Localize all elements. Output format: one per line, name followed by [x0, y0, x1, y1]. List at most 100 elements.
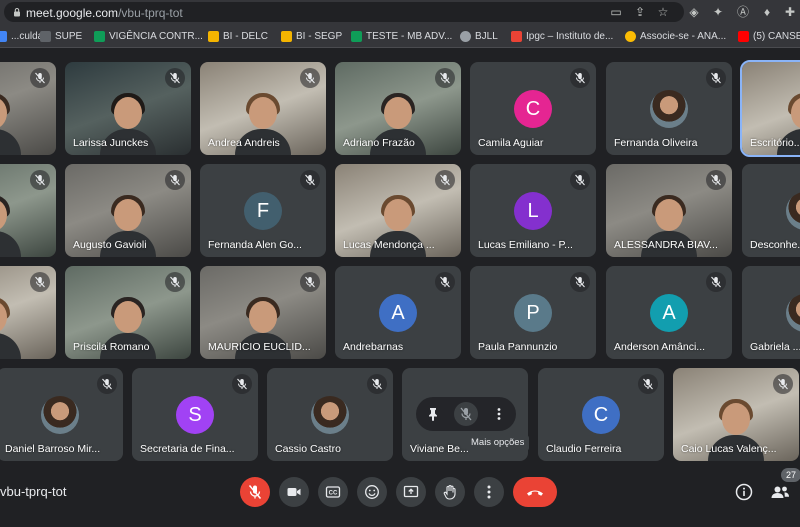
lock-icon	[14, 8, 20, 17]
participant-name: Fernanda Oliveira	[614, 137, 698, 149]
bookmark-item[interactable]: TESTE - MB ADV...	[351, 29, 452, 43]
participant-tile[interactable]: Fernanda Oliveira	[606, 62, 732, 155]
camera-button[interactable]	[279, 477, 309, 507]
bookmark-favicon-icon	[351, 30, 362, 42]
emoji-button[interactable]	[357, 477, 387, 507]
participant-muted-indicator	[300, 170, 320, 190]
participant-tile[interactable]: A Anderson Amânci...	[606, 266, 732, 359]
participant-tile[interactable]: C Camila Aguiar	[470, 62, 596, 155]
participant-muted-indicator	[570, 272, 590, 292]
participant-name: ...eiro Faj...	[0, 137, 50, 149]
participant-tile[interactable]: ALESSANDRA BIAV...	[606, 164, 732, 257]
bookmark-item[interactable]: BJLL	[460, 29, 498, 43]
bookmark-item[interactable]: Associe-se - ANA...	[625, 29, 726, 43]
bookmark-item[interactable]: BI - SEGP	[281, 29, 342, 43]
participant-tile[interactable]: L Lucas Emiliano - P...	[470, 164, 596, 257]
more-options-tooltip: Mais opções	[466, 435, 530, 451]
mic-off-icon	[575, 72, 585, 84]
participant-name: Caio Lucas Valenç...	[681, 443, 777, 455]
participant-name: Fernanda Alen Go...	[208, 239, 302, 251]
bookmark-label: BI - DELC	[223, 30, 269, 42]
participant-tile[interactable]: A Andrebarnas	[335, 266, 461, 359]
meeting-code: vbu-tprq-tot	[0, 484, 67, 499]
participant-tile[interactable]: Andrea Andreis	[200, 62, 326, 155]
bookmark-favicon-icon	[738, 30, 749, 42]
participant-tile[interactable]: S Secretaria de Fina...	[132, 368, 258, 461]
bookmark-item[interactable]: BI - DELC	[208, 29, 268, 43]
participant-tile[interactable]: Larissa Junckes	[65, 62, 191, 155]
participant-tile[interactable]: C Claudio Ferreira	[538, 368, 664, 461]
mic-off-icon	[170, 174, 180, 186]
present-button[interactable]	[396, 477, 426, 507]
participant-tile[interactable]: Gabriela ...	[742, 266, 800, 359]
participant-photo-avatar	[650, 90, 688, 128]
bookmark-item[interactable]: VIGÊNCIA CONTR...	[94, 29, 203, 43]
meeting-info-button[interactable]	[733, 481, 755, 503]
participant-tile[interactable]: Adriano Frazão	[335, 62, 461, 155]
emoji-icon	[365, 485, 379, 499]
participant-name: Cassio Castro	[275, 443, 341, 455]
participant-name: Andrebarnas	[343, 341, 404, 353]
more-options-button[interactable]	[474, 477, 504, 507]
raise-hand-button[interactable]	[435, 477, 465, 507]
leave-call-button[interactable]	[513, 477, 557, 507]
bookmark-item[interactable]: Ipgc – Instituto de...	[511, 29, 613, 43]
participant-tile[interactable]: Augusto Gavioli	[65, 164, 191, 257]
extension-icon-3[interactable]: Ⓐ	[735, 4, 751, 20]
camera-permission-icon[interactable]: ▭	[608, 4, 624, 20]
extension-icon-1[interactable]: ◈	[686, 4, 702, 20]
star-icon[interactable]: ☆	[655, 4, 671, 20]
microphone-button[interactable]	[240, 477, 270, 507]
participant-tile[interactable]: ...smann	[0, 266, 56, 359]
participant-name: Daniel Barroso Mir...	[5, 443, 101, 455]
mic-off-icon	[305, 276, 315, 288]
participant-tile[interactable]: Lucas Mendonça ...	[335, 164, 461, 257]
tile-mute-button[interactable]	[454, 402, 478, 426]
participant-tile[interactable]: Cassio Castro	[267, 368, 393, 461]
bookmark-favicon-icon	[0, 30, 7, 42]
mic-off-icon	[711, 174, 721, 186]
participant-tile[interactable]: ...e Oliv...	[0, 164, 56, 257]
participant-tile[interactable]: F Fernanda Alen Go...	[200, 164, 326, 257]
bookmark-favicon-icon	[511, 30, 522, 42]
participant-name: MAURICIO EUCLID...	[208, 341, 311, 353]
participant-name: ...e Oliv...	[0, 239, 50, 251]
bookmark-item[interactable]: SUPE	[40, 29, 82, 43]
tile-more-options-button[interactable]	[487, 402, 511, 426]
participant-tile[interactable]: Priscila Romano	[65, 266, 191, 359]
participant-tile[interactable]: ...eiro Faj...	[0, 62, 56, 155]
mic-off-icon	[102, 378, 112, 390]
url-host: meet.google.com	[26, 6, 119, 20]
extension-icon-4[interactable]: ♦	[759, 4, 775, 20]
participant-name: Lucas Mendonça ...	[343, 239, 435, 251]
participant-tile[interactable]: Daniel Barroso Mir...	[0, 368, 123, 461]
participant-name: Camila Aguiar	[478, 137, 544, 149]
bookmark-label: Ipgc – Instituto de...	[526, 30, 614, 42]
participant-photo-avatar	[786, 192, 800, 230]
people-button[interactable]	[769, 481, 791, 503]
bookmark-label: SUPE	[55, 30, 83, 42]
people-icon	[771, 486, 789, 498]
participant-tile[interactable]: Caio Lucas Valenç...	[673, 368, 799, 461]
bookmark-label: VIGÊNCIA CONTR...	[109, 30, 203, 42]
captions-icon: CC	[325, 486, 341, 498]
pin-button[interactable]	[421, 402, 445, 426]
captions-button[interactable]: CC	[318, 477, 348, 507]
participant-muted-indicator	[435, 170, 455, 190]
hangup-icon	[527, 490, 543, 496]
participant-name: Desconhe...	[750, 239, 800, 251]
participant-tile[interactable]: Escritório...	[740, 60, 800, 157]
share-icon[interactable]: ⇪	[632, 4, 648, 20]
extension-icon-2[interactable]: ✦	[710, 4, 726, 20]
participant-name: Gabriela ...	[750, 341, 800, 353]
puzzle-icon[interactable]: ✚	[782, 4, 798, 20]
mic-off-icon	[440, 276, 450, 288]
participant-tile[interactable]: P Paula Pannunzio	[470, 266, 596, 359]
participant-tile[interactable]: MAURICIO EUCLID...	[200, 266, 326, 359]
participant-tile[interactable]: Desconhe...	[742, 164, 800, 257]
mic-off-icon	[778, 378, 788, 390]
address-field[interactable]: meet.google.com/vbu-tprq-tot	[4, 2, 684, 22]
bookmark-label: Associe-se - ANA...	[640, 30, 727, 42]
participant-name: Escritório...	[750, 137, 800, 149]
bookmark-item[interactable]: (5) CANSE...	[738, 29, 800, 43]
